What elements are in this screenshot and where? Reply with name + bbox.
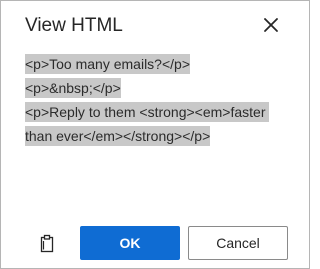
html-line: <p>Reply to them <strong><em>faster than… [25, 100, 287, 148]
html-line-text: <p>Reply to them <strong><em>faster than… [25, 102, 270, 146]
html-line-text: <p>Too many emails?</p> [25, 54, 190, 74]
close-button[interactable] [260, 14, 282, 36]
dialog-title: View HTML [25, 15, 123, 36]
view-html-dialog: View HTML <p>Too many emails?</p> <p>&nb… [0, 0, 310, 269]
html-line: <p>Too many emails?</p> [25, 52, 287, 76]
cancel-button[interactable]: Cancel [188, 226, 288, 260]
copy-button[interactable] [39, 234, 57, 254]
ok-button[interactable]: OK [80, 226, 180, 260]
html-line: <p>&nbsp;</p> [25, 76, 287, 100]
close-icon [264, 18, 278, 32]
html-line-text: <p>&nbsp;</p> [25, 78, 121, 98]
clipboard-icon [40, 234, 54, 253]
html-source-text[interactable]: <p>Too many emails?</p> <p>&nbsp;</p> <p… [25, 52, 287, 148]
